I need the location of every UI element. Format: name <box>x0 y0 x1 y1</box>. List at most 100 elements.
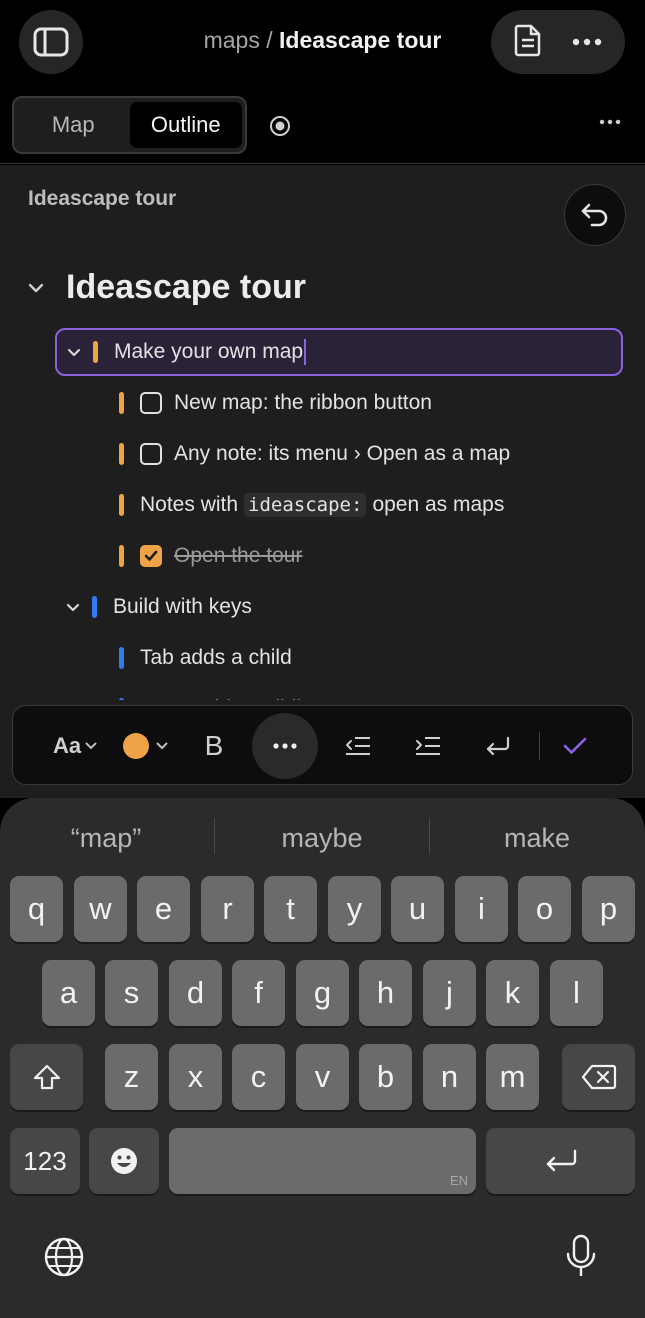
outline-item-text: Notes with <box>140 493 239 516</box>
suggestion-1[interactable]: “map” <box>0 816 212 860</box>
outline-item-text[interactable]: Make your own map <box>114 340 303 364</box>
tab-map[interactable]: Map <box>17 102 130 148</box>
inline-code: ideascape: <box>244 493 367 517</box>
indent-icon <box>416 737 440 755</box>
outdent-button[interactable] <box>338 706 378 786</box>
key-a[interactable]: a <box>42 960 95 1026</box>
new-line-button[interactable] <box>478 706 518 786</box>
color-bar <box>119 494 124 516</box>
outline-item-text: Open the tour <box>174 544 303 567</box>
key-m[interactable]: m <box>486 1044 539 1110</box>
globe-button[interactable] <box>43 1236 85 1283</box>
more-format-button[interactable] <box>252 713 318 779</box>
key-n[interactable]: n <box>423 1044 476 1110</box>
outline-item[interactable]: New map: the ribbon button <box>119 380 432 426</box>
return-key[interactable] <box>486 1128 635 1194</box>
text-caret <box>304 339 307 365</box>
key-d[interactable]: d <box>169 960 222 1026</box>
backspace-icon <box>581 1064 616 1090</box>
key-j[interactable]: j <box>423 960 476 1026</box>
outline-item-text: Build with keys <box>113 595 252 618</box>
toolbar-divider <box>539 732 540 760</box>
key-h[interactable]: h <box>359 960 412 1026</box>
numbers-key[interactable]: 123 <box>10 1128 80 1194</box>
document-button[interactable] <box>514 23 542 62</box>
bold-button[interactable]: B <box>196 706 232 786</box>
header-actions <box>491 10 625 74</box>
key-i[interactable]: i <box>455 876 508 942</box>
checkmark-icon <box>563 737 587 754</box>
return-icon <box>486 736 510 756</box>
key-b[interactable]: b <box>359 1044 412 1110</box>
key-s[interactable]: s <box>105 960 158 1026</box>
breadcrumb-current: Ideascape tour <box>279 27 442 53</box>
key-v[interactable]: v <box>296 1044 349 1110</box>
breadcrumb-parent[interactable]: maps <box>204 27 260 53</box>
outline-item-text: New map: the ribbon button <box>174 391 432 414</box>
top-bar: maps / Ideascape tour <box>0 0 645 86</box>
color-picker-button[interactable] <box>119 706 171 786</box>
view-switcher: Map Outline <box>12 96 247 154</box>
outline-item-editing[interactable]: Make your own map <box>55 328 623 376</box>
key-c[interactable]: c <box>232 1044 285 1110</box>
outline-item[interactable]: Tab adds a child <box>119 635 292 681</box>
view-more-button[interactable] <box>599 112 621 130</box>
more-horizontal-icon <box>572 38 602 46</box>
outline-item-text: Any note: its menu › Open as a map <box>174 442 511 465</box>
outline-item[interactable]: Open the tour <box>119 533 302 579</box>
document-icon <box>514 24 541 56</box>
key-f[interactable]: f <box>232 960 285 1026</box>
backspace-key[interactable] <box>562 1044 635 1110</box>
key-u[interactable]: u <box>391 876 444 942</box>
suggestion-3[interactable]: make <box>431 816 643 860</box>
checkbox[interactable] <box>140 392 162 414</box>
key-t[interactable]: t <box>264 876 317 942</box>
outline-heading[interactable]: Ideascape tour <box>66 268 306 307</box>
key-g[interactable]: g <box>296 960 349 1026</box>
chevron-down-icon[interactable] <box>67 348 85 357</box>
suggestion-divider <box>214 818 215 854</box>
checkbox-checked[interactable] <box>140 545 162 567</box>
tab-outline[interactable]: Outline <box>129 102 242 148</box>
key-z[interactable]: z <box>105 1044 158 1110</box>
chevron-down-icon[interactable] <box>66 603 84 612</box>
key-r[interactable]: r <box>201 876 254 942</box>
key-w[interactable]: w <box>74 876 127 942</box>
focus-toggle[interactable] <box>269 115 291 142</box>
shift-icon <box>33 1064 60 1090</box>
chevron-down-icon[interactable] <box>28 283 44 293</box>
checkbox[interactable] <box>140 443 162 465</box>
space-language-label: EN <box>449 1173 468 1188</box>
view-tabs-row: Map Outline <box>0 86 645 164</box>
key-p[interactable]: p <box>582 876 635 942</box>
shift-key[interactable] <box>10 1044 83 1110</box>
outline-root: Ideascape tour <box>28 268 306 307</box>
bold-icon: B <box>204 730 224 761</box>
more-horizontal-icon <box>599 119 621 125</box>
undo-button[interactable] <box>564 184 626 246</box>
dictation-button[interactable] <box>565 1234 597 1285</box>
key-x[interactable]: x <box>169 1044 222 1110</box>
emoji-key[interactable] <box>89 1128 159 1194</box>
radio-dot-icon <box>270 116 290 136</box>
document-title: Ideascape tour <box>28 187 177 210</box>
space-key[interactable]: EN <box>169 1128 476 1194</box>
done-button[interactable] <box>558 706 592 786</box>
key-y[interactable]: y <box>328 876 381 942</box>
text-style-button[interactable]: Aa <box>49 706 101 786</box>
indent-button[interactable] <box>408 706 448 786</box>
key-o[interactable]: o <box>518 876 571 942</box>
outline-item[interactable]: Any note: its menu › Open as a map <box>119 431 510 477</box>
chevron-down-icon <box>85 742 97 750</box>
more-button[interactable] <box>572 33 602 51</box>
suggestion-2[interactable]: maybe <box>216 816 428 860</box>
format-toolbar: Aa B <box>12 705 633 785</box>
emoji-icon <box>111 1148 137 1174</box>
color-bar <box>92 596 97 618</box>
outline-item[interactable]: Build with keys <box>66 584 252 630</box>
key-e[interactable]: e <box>137 876 190 942</box>
key-k[interactable]: k <box>486 960 539 1026</box>
key-q[interactable]: q <box>10 876 63 942</box>
key-l[interactable]: l <box>550 960 603 1026</box>
outline-item[interactable]: Notes with ideascape: open as maps <box>119 482 504 528</box>
